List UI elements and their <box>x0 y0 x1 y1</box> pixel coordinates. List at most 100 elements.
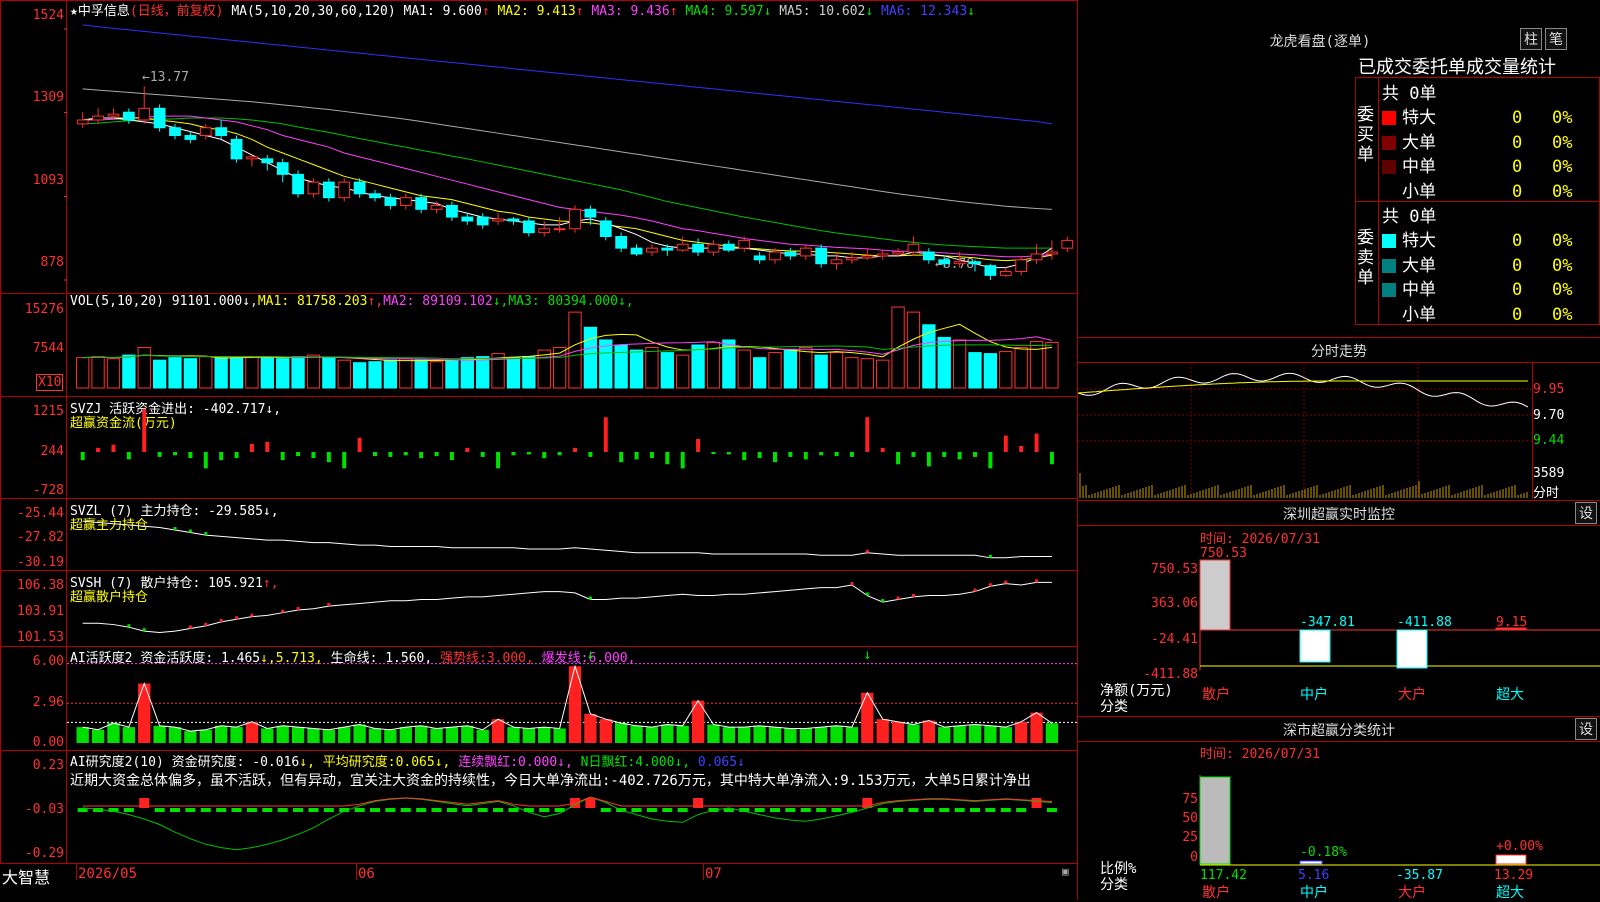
fund-flow-bar <box>419 452 424 459</box>
candle-body <box>522 220 535 234</box>
tick-mode-button[interactable]: 笔 <box>1545 28 1567 50</box>
price-axis-1: 1309 <box>32 90 64 105</box>
fl-value-label: -0.18% <box>1300 845 1347 860</box>
activity-bar <box>584 713 597 743</box>
stat-row: 小单 0 0% <box>1382 177 1597 202</box>
volume-bar <box>445 359 459 389</box>
vol-unit-badge[interactable]: X10 <box>36 374 64 391</box>
fund-flow-bar <box>388 452 393 457</box>
svzl-chart[interactable] <box>67 499 1077 569</box>
volume-bar <box>952 339 967 389</box>
retail-holding-line-marker <box>896 596 900 600</box>
fl-category-label: 散户 <box>1202 885 1230 901</box>
volume-bar <box>1045 341 1059 389</box>
fl-axis-1: 50 <box>1182 811 1198 826</box>
svzl-axis-2: -30.19 <box>17 555 64 570</box>
fund-flow-bar <box>126 452 131 460</box>
research-bar <box>954 808 965 812</box>
research-bar <box>231 808 242 812</box>
activity-bar <box>76 727 89 743</box>
activity-bar <box>153 725 166 743</box>
sz-settings-button[interactable]: 设 <box>1575 502 1597 524</box>
volume-bar <box>676 354 690 389</box>
fund-flow-bar <box>803 452 808 460</box>
stat-row: 特大 0 0% <box>1382 103 1597 128</box>
volume-bar <box>214 357 228 389</box>
research-bar <box>123 808 134 812</box>
research-bar <box>877 808 888 812</box>
svzj-chart[interactable] <box>67 397 1077 497</box>
fl-bottom-label: 13.29 <box>1494 868 1533 883</box>
candle-body <box>507 218 520 222</box>
candle-body <box>999 270 1012 276</box>
stat-pct: 0% <box>1552 304 1573 325</box>
main-holding-line-marker <box>865 549 869 553</box>
fs-avg-line <box>1077 380 1528 394</box>
sz-value-label: 9.15 <box>1496 615 1527 630</box>
ai1-axis-2: 0.00 <box>32 735 64 750</box>
candle-body <box>969 261 981 265</box>
buy-total: 共 0单 <box>1382 84 1437 104</box>
volume-bar <box>399 358 413 389</box>
svsh-chart[interactable] <box>67 571 1077 645</box>
fund-flow-bar <box>603 417 608 452</box>
fund-flow-bar <box>434 452 439 457</box>
activity-bar <box>276 725 289 743</box>
stat-count: 0 <box>1512 231 1523 251</box>
activity-bar <box>845 727 859 743</box>
ai-activity-chart[interactable]: ↓ ↓ <box>67 647 1077 749</box>
volume-bar <box>583 326 598 389</box>
candle-body <box>76 119 89 125</box>
stat-name: 特大 <box>1402 231 1436 251</box>
activity-bar <box>799 728 812 743</box>
fl-bar <box>1199 776 1231 865</box>
volume-bar <box>91 356 105 389</box>
volume-bar <box>199 356 213 389</box>
research-bar <box>262 808 273 812</box>
bar-mode-button[interactable]: 柱 <box>1520 28 1542 50</box>
fund-flow-bar <box>80 452 85 461</box>
sell-total: 共 0单 <box>1382 207 1437 227</box>
volume-bar <box>906 311 921 389</box>
fund-flow-bar <box>496 452 501 469</box>
candle-body <box>538 228 551 234</box>
volume-bar <box>645 347 659 389</box>
fund-flow-bar <box>280 452 285 461</box>
volume-bar <box>383 359 398 389</box>
research-bar <box>462 808 473 812</box>
divider <box>0 863 1078 864</box>
ai2-axis-1: -0.03 <box>24 802 64 817</box>
retail-holding-line-marker <box>911 593 915 597</box>
svsh-axis-1: 103.91 <box>17 604 64 619</box>
sz-monitor-chart[interactable]: 750.53 -347.81 -411.88 9.15 <box>1199 546 1600 690</box>
volume-bar <box>737 349 751 389</box>
activity-bar <box>138 683 151 743</box>
volume-chart[interactable] <box>67 296 1077 396</box>
intraday-chart[interactable] <box>1077 363 1532 499</box>
activity-bar <box>184 731 197 743</box>
research-bar <box>200 808 211 812</box>
research-bar <box>277 808 288 812</box>
fl-stat-chart[interactable]: -0.18% +0.00% 117.42 5.16 -35.87 13.29 <box>1199 775 1600 885</box>
volume-bar <box>860 358 874 389</box>
candle-body <box>138 107 151 121</box>
ai-research-chart[interactable] <box>67 751 1077 863</box>
fl-settings-button[interactable]: 设 <box>1575 718 1597 740</box>
research-bar <box>1000 808 1011 812</box>
stat-row: 大单 0 0% <box>1382 128 1597 153</box>
retail-holding-line-marker <box>142 628 146 632</box>
fund-flow-bar <box>157 452 162 457</box>
activity-bar <box>738 727 751 743</box>
candle-body <box>461 216 474 222</box>
x-axis-start: 2026/05 <box>78 866 138 882</box>
volume-bar <box>460 357 474 389</box>
fund-flow-bar <box>373 452 377 457</box>
activity-bar <box>768 727 782 743</box>
candle-body <box>246 156 258 160</box>
candlestick-chart[interactable] <box>64 14 1077 292</box>
research-bar <box>800 808 811 812</box>
vol-axis-1: 7544 <box>32 341 64 356</box>
lock-icon[interactable]: ▣ <box>1062 865 1069 878</box>
candle-body <box>815 247 828 265</box>
research-bar <box>600 808 611 812</box>
